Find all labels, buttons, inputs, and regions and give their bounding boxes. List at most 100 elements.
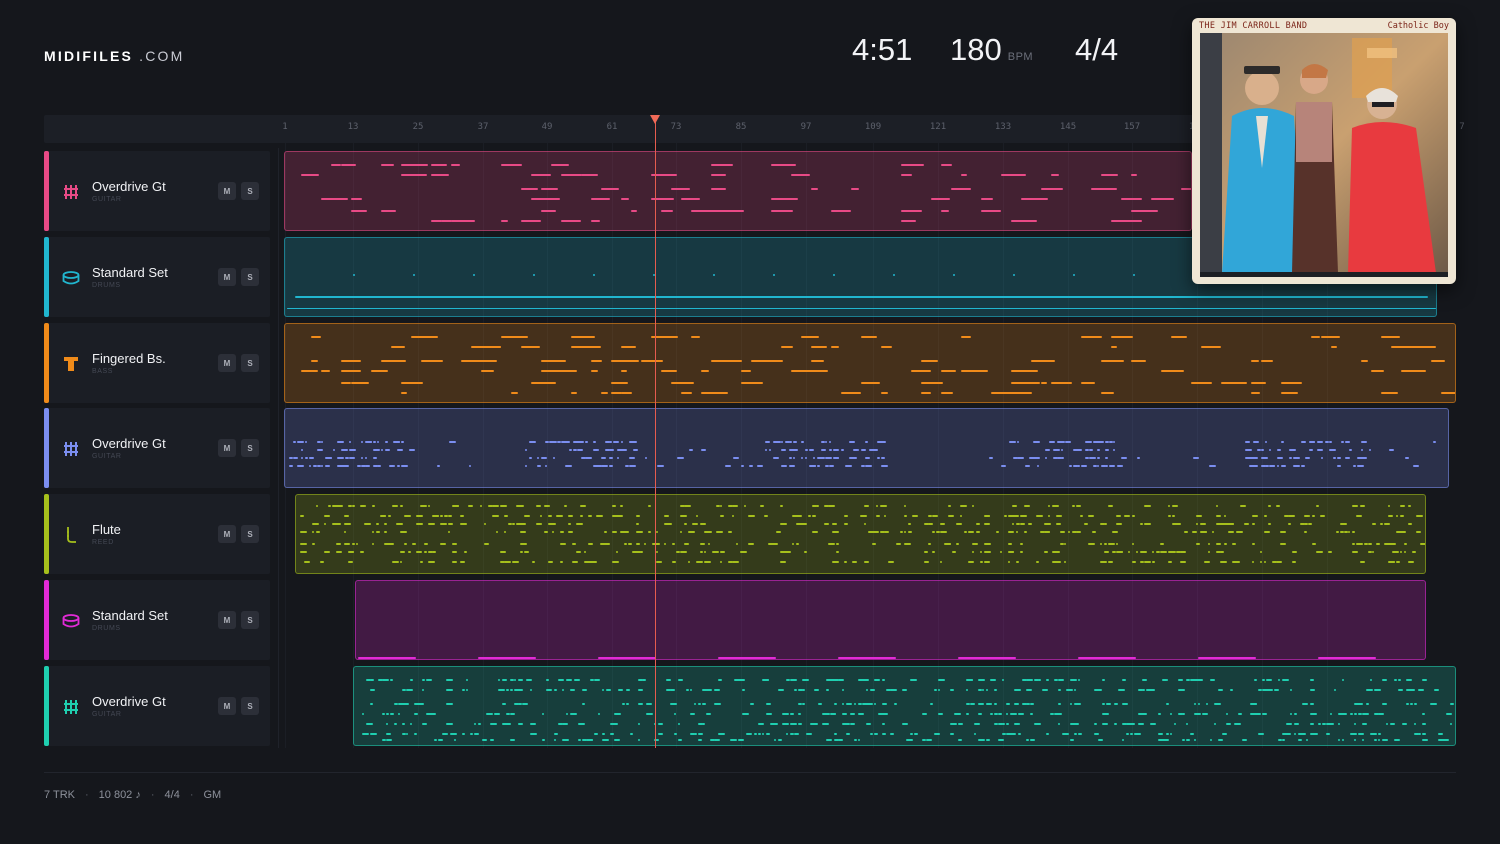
solo-button[interactable]: S xyxy=(241,439,259,457)
track-header[interactable]: Standard Set DRUMS M S xyxy=(44,580,270,660)
midi-note xyxy=(1210,739,1212,741)
midi-note xyxy=(466,679,468,681)
track-header[interactable]: Overdrive Gt GUITAR M S xyxy=(44,151,270,231)
track-header[interactable]: Fingered Bs. BASS M S xyxy=(44,323,270,403)
midi-note xyxy=(978,739,985,741)
midi-note xyxy=(901,174,912,176)
solo-button[interactable]: S xyxy=(241,268,259,286)
mute-button[interactable]: M xyxy=(218,611,236,629)
midi-note xyxy=(981,210,1001,212)
midi-note xyxy=(386,739,392,741)
midi-note xyxy=(594,733,598,735)
mute-button[interactable]: M xyxy=(218,525,236,543)
solo-button[interactable]: S xyxy=(241,182,259,200)
midi-note xyxy=(789,457,792,459)
midi-note xyxy=(1252,523,1255,525)
midi-note xyxy=(765,441,770,443)
midi-note xyxy=(382,713,385,715)
midi-note xyxy=(562,723,568,725)
track-header[interactable]: Overdrive Gt GUITAR M S xyxy=(44,666,270,746)
track-region[interactable] xyxy=(284,151,1192,231)
midi-note xyxy=(1293,457,1300,459)
track-region[interactable] xyxy=(284,323,1456,403)
midi-note xyxy=(1398,679,1401,681)
midi-note xyxy=(1374,739,1377,741)
playhead-handle[interactable] xyxy=(650,115,660,124)
midi-note xyxy=(773,457,779,459)
solo-button[interactable]: S xyxy=(241,697,259,715)
midi-note xyxy=(1372,551,1374,553)
midi-note xyxy=(1288,515,1295,517)
track-name: Standard Set xyxy=(92,608,168,623)
track-header[interactable]: Overdrive Gt GUITAR M S xyxy=(44,408,270,488)
mute-button[interactable]: M xyxy=(218,439,236,457)
midi-note xyxy=(1402,723,1407,725)
mute-button[interactable]: M xyxy=(218,354,236,372)
midi-note xyxy=(656,531,658,533)
midi-note xyxy=(1186,739,1190,741)
logo-main-text: MIDIFILES xyxy=(44,48,134,64)
ruler-tick-label: 49 xyxy=(541,122,553,132)
header-lane-separator xyxy=(278,148,279,748)
midi-note xyxy=(831,346,839,348)
mute-button[interactable]: M xyxy=(218,182,236,200)
midi-note xyxy=(542,713,544,715)
midi-note xyxy=(474,723,476,725)
midi-note xyxy=(393,465,395,467)
midi-note xyxy=(1012,551,1014,553)
midi-note xyxy=(1310,689,1315,691)
midi-note xyxy=(902,723,908,725)
midi-note xyxy=(381,449,383,451)
solo-button[interactable]: S xyxy=(241,525,259,543)
midi-note xyxy=(1329,441,1332,443)
track-region[interactable] xyxy=(355,580,1426,660)
ruler-tick-label: 73 xyxy=(670,122,682,132)
midi-note xyxy=(336,523,341,525)
track-region[interactable] xyxy=(295,494,1426,574)
midi-note xyxy=(616,551,618,553)
midi-note xyxy=(960,515,962,517)
midi-note xyxy=(293,457,298,459)
midi-note xyxy=(594,679,600,681)
track-header[interactable]: Flute REED M S xyxy=(44,494,270,574)
playhead-line[interactable] xyxy=(655,115,656,748)
track-color-stripe xyxy=(44,494,49,574)
midi-note xyxy=(531,382,556,384)
solo-button[interactable]: S xyxy=(241,611,259,629)
midi-note xyxy=(1198,657,1256,659)
midi-note xyxy=(680,551,687,553)
midi-note xyxy=(591,360,602,362)
midi-note xyxy=(791,174,810,176)
midi-note xyxy=(934,733,940,735)
midi-note xyxy=(321,441,323,443)
midi-note xyxy=(386,713,389,715)
midi-note xyxy=(894,703,897,705)
midi-note xyxy=(336,551,342,553)
midi-note xyxy=(498,679,500,681)
midi-note xyxy=(1252,515,1258,517)
solo-button[interactable]: S xyxy=(241,354,259,372)
midi-note xyxy=(566,713,568,715)
midi-note xyxy=(1362,723,1367,725)
midi-note xyxy=(422,679,425,681)
midi-note xyxy=(1044,551,1048,553)
midi-note xyxy=(1101,392,1114,394)
midi-note xyxy=(402,703,409,705)
midi-note xyxy=(384,515,386,517)
track-region[interactable] xyxy=(284,408,1449,488)
midi-note xyxy=(901,164,924,166)
midi-note xyxy=(1104,551,1109,553)
midi-note xyxy=(446,723,453,725)
midi-note xyxy=(1266,679,1272,681)
track-category: BASS xyxy=(92,368,114,375)
midi-note xyxy=(1361,360,1368,362)
track-region[interactable] xyxy=(353,666,1456,746)
midi-note xyxy=(406,733,408,735)
mute-button[interactable]: M xyxy=(218,697,236,715)
mute-button[interactable]: M xyxy=(218,268,236,286)
site-logo[interactable]: MIDIFILES .COM xyxy=(44,48,184,64)
midi-note xyxy=(341,449,348,451)
midi-note xyxy=(773,274,775,276)
midi-note xyxy=(504,515,508,517)
track-header[interactable]: Standard Set DRUMS M S xyxy=(44,237,270,317)
